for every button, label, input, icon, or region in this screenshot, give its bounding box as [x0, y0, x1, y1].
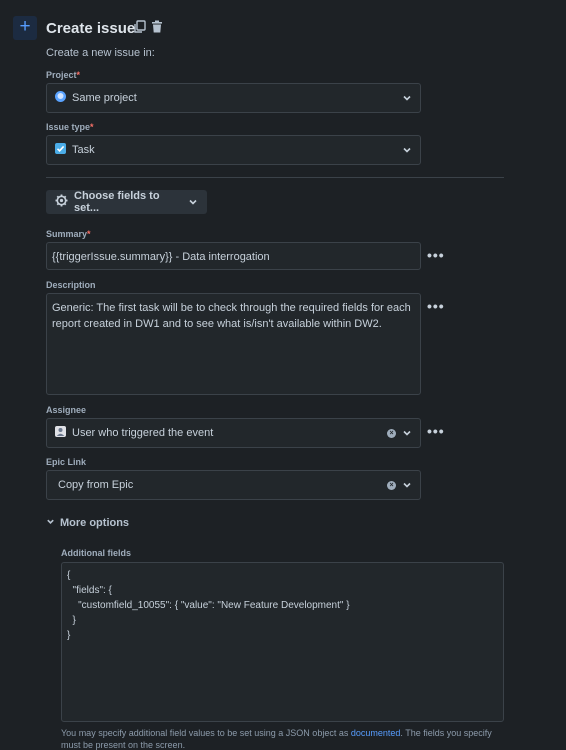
issue-type-select[interactable]: Task [46, 135, 421, 165]
description-label: Description [46, 280, 96, 290]
task-icon [55, 143, 66, 157]
clear-icon[interactable]: × [387, 480, 396, 490]
epic-link-value: Copy from Epic [58, 479, 134, 491]
chevron-down-icon [46, 517, 55, 529]
copy-icon[interactable] [134, 20, 146, 38]
epic-link-select[interactable]: Copy from Epic × [46, 470, 421, 500]
section-divider [46, 177, 504, 178]
trash-icon[interactable] [151, 20, 163, 38]
issue-type-label-text: Issue type [46, 122, 91, 132]
assignee-value: User who triggered the event [72, 427, 214, 439]
add-action-button[interactable]: + [13, 16, 37, 40]
summary-label-text: Summary [46, 229, 88, 239]
plus-icon: + [19, 16, 31, 37]
chevron-down-icon [402, 93, 412, 103]
clear-icon[interactable]: × [387, 428, 396, 438]
required-asterisk: * [76, 70, 81, 80]
helper-text-before: You may specify additional field values … [61, 728, 351, 738]
required-asterisk: * [90, 122, 94, 132]
create-issue-panel: + Create issue Create a new issue in: Pr… [0, 0, 566, 750]
project-label: Project* [46, 70, 80, 80]
chevron-down-icon [402, 145, 412, 155]
more-options-label: More options [60, 517, 130, 529]
additional-fields-helper: You may specify additional field values … [61, 727, 501, 750]
gear-icon [55, 194, 68, 210]
summary-more-icon[interactable]: ••• [427, 248, 445, 262]
choose-fields-label: Choose fields to set... [74, 190, 160, 214]
project-avatar-icon [55, 91, 66, 105]
chevron-down-icon [402, 480, 412, 490]
chevron-down-icon [402, 428, 412, 438]
choose-fields-button[interactable]: Choose fields to set... [46, 190, 207, 214]
create-location-text: Create a new issue in: [46, 47, 155, 59]
description-textarea[interactable]: Generic: The first task will be to check… [46, 293, 421, 395]
assignee-select[interactable]: User who triggered the event × [46, 418, 421, 448]
issue-type-label: Issue type* [46, 122, 94, 132]
summary-label: Summary* [46, 229, 91, 239]
summary-input[interactable]: {{triggerIssue.summary}} - Data interrog… [46, 242, 421, 270]
more-options-toggle[interactable]: More options [46, 517, 129, 529]
description-more-icon[interactable]: ••• [427, 299, 445, 313]
user-avatar-icon [55, 426, 66, 440]
epic-link-label: Epic Link [46, 457, 87, 467]
issue-type-value: Task [72, 144, 95, 156]
chevron-down-icon [188, 197, 198, 207]
required-asterisk: * [87, 229, 91, 239]
project-select-value: Same project [72, 92, 137, 104]
documented-link[interactable]: documented [351, 728, 401, 738]
assignee-label: Assignee [46, 405, 87, 415]
additional-fields-label: Additional fields [61, 548, 132, 558]
project-select[interactable]: Same project [46, 83, 421, 113]
project-label-text: Project [46, 70, 77, 80]
page-title: Create issue [46, 20, 136, 37]
additional-fields-textarea[interactable]: { "fields": { "customfield_10055": { "va… [61, 562, 504, 722]
assignee-more-icon[interactable]: ••• [427, 424, 445, 438]
